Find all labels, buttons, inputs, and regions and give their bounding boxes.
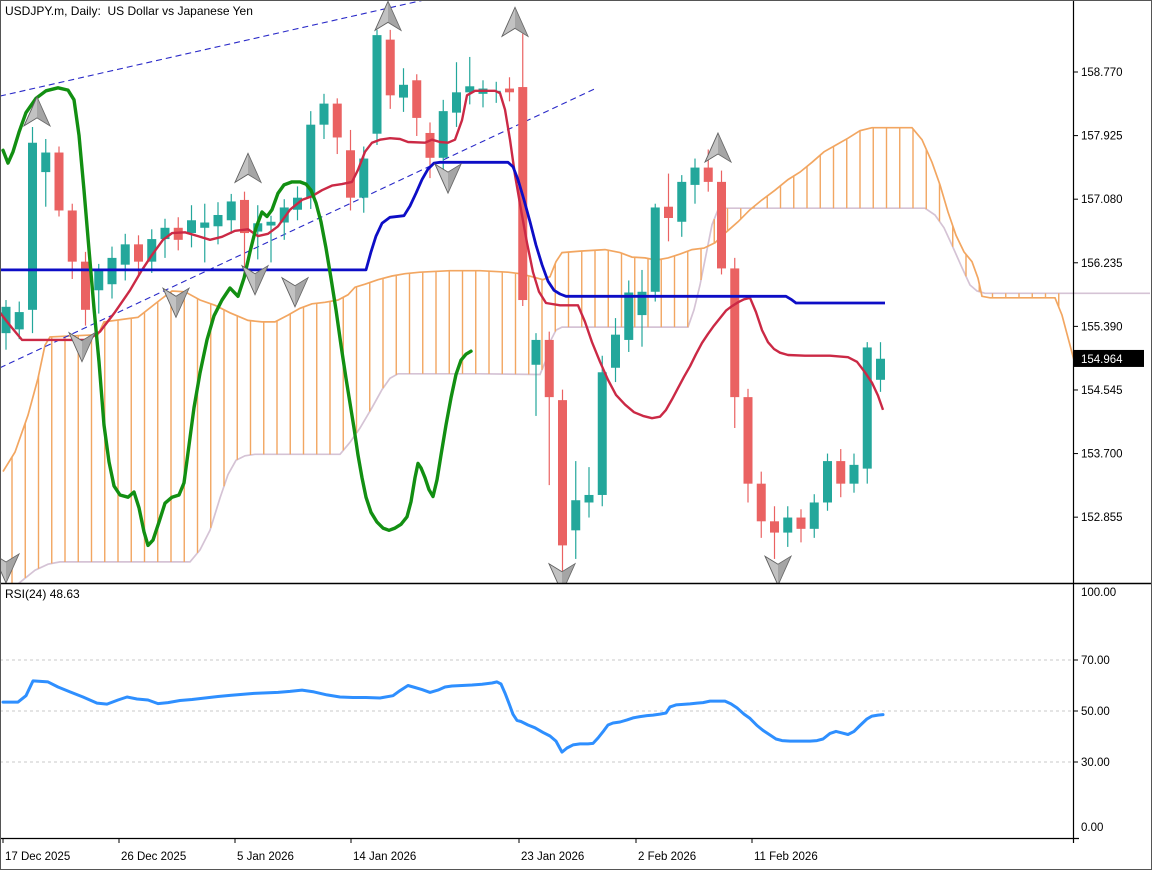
candle-body [200,223,209,228]
price-tick-label: 153.700 [1081,449,1123,461]
candle-body [704,168,713,182]
candle-body [863,347,872,468]
candle-body [797,518,806,529]
rsi-tick-label: 100.00 [1081,587,1116,599]
candle-body [439,111,448,158]
candle-body [452,92,461,112]
candle-body [571,500,580,530]
candle-body [532,340,541,365]
candle-body [346,150,355,197]
candle-body [545,340,554,397]
candle-body [730,268,739,397]
candle-body [373,35,382,134]
candle-body [717,182,726,269]
price-tick-label: 156.235 [1081,258,1123,270]
candle-body [386,40,395,96]
candle-body [757,484,766,522]
rsi-tick-label: 50.00 [1081,706,1110,718]
candle-body [611,335,620,368]
chart-window: USDJPY.m, Daily: US Dollar vs Japanese Y… [0,0,1152,870]
current-price-label: 154.964 [1081,354,1123,366]
price-tick-label: 158.770 [1081,67,1123,79]
candle-body [55,153,64,211]
price-tick-label: 155.390 [1081,321,1123,333]
candle-body [850,465,859,484]
price-tick-label: 152.855 [1081,512,1123,524]
candle-body [94,270,103,290]
candle-body [624,293,633,340]
candle-body [28,143,37,310]
candle-body [770,521,779,532]
date-tick-label: 26 Dec 2025 [121,851,186,863]
date-tick-label: 23 Jan 2026 [521,851,584,863]
date-tick-label: 5 Jan 2026 [237,851,294,863]
candle-body [505,89,514,93]
candle-body [227,201,236,220]
rsi-value: 48.63 [50,587,80,601]
rsi-label: RSI(24) [5,587,46,601]
candle-body [240,200,249,233]
candle-body [691,168,700,185]
price-tick-label: 157.080 [1081,194,1123,206]
date-tick-label: 2 Feb 2026 [638,851,696,863]
candle-body [267,222,276,226]
candle-body [333,104,342,138]
rsi-tick-label: 70.00 [1081,655,1110,667]
candle-body [399,85,408,98]
date-tick-label: 11 Feb 2026 [754,851,818,863]
chart-canvas[interactable]: 158.770 157.925 157.080 156.235 155.390 154.5… [0,0,1152,870]
candle-body [187,220,196,233]
candle-body [320,104,329,125]
date-tick-label: 17 Dec 2025 [5,851,70,863]
candle-body [783,518,792,533]
candle-body [810,502,819,528]
candle-body [598,372,607,495]
date-tick-label: 14 Jan 2026 [353,851,416,863]
candle-body [744,397,753,484]
rsi-indicator-label: RSI(24) 48.63 [5,587,80,601]
candle-body [15,312,24,329]
candle-body [426,133,435,158]
rsi-tick-label: 30.00 [1081,757,1110,769]
candle-body [41,153,50,173]
candle-body [876,359,885,380]
candle-body [651,207,660,291]
candle-body [68,210,77,261]
candle-body [121,244,130,264]
chart-title: USDJPY.m, Daily: US Dollar vs Japanese Y… [5,4,253,18]
candle-body [214,215,223,226]
candle-body [836,461,845,484]
candle-body [664,207,673,218]
rsi-tick-label: 0.00 [1081,822,1103,834]
candle-body [412,80,421,118]
candle-body [558,400,567,545]
candle-body [585,495,594,503]
candle-body [823,461,832,502]
candle-body [677,182,686,222]
price-tick-label: 154.545 [1081,385,1123,397]
price-tick-label: 157.925 [1081,131,1123,143]
current-price-badge: 154.964 [1074,350,1144,367]
candle-body [134,244,143,261]
